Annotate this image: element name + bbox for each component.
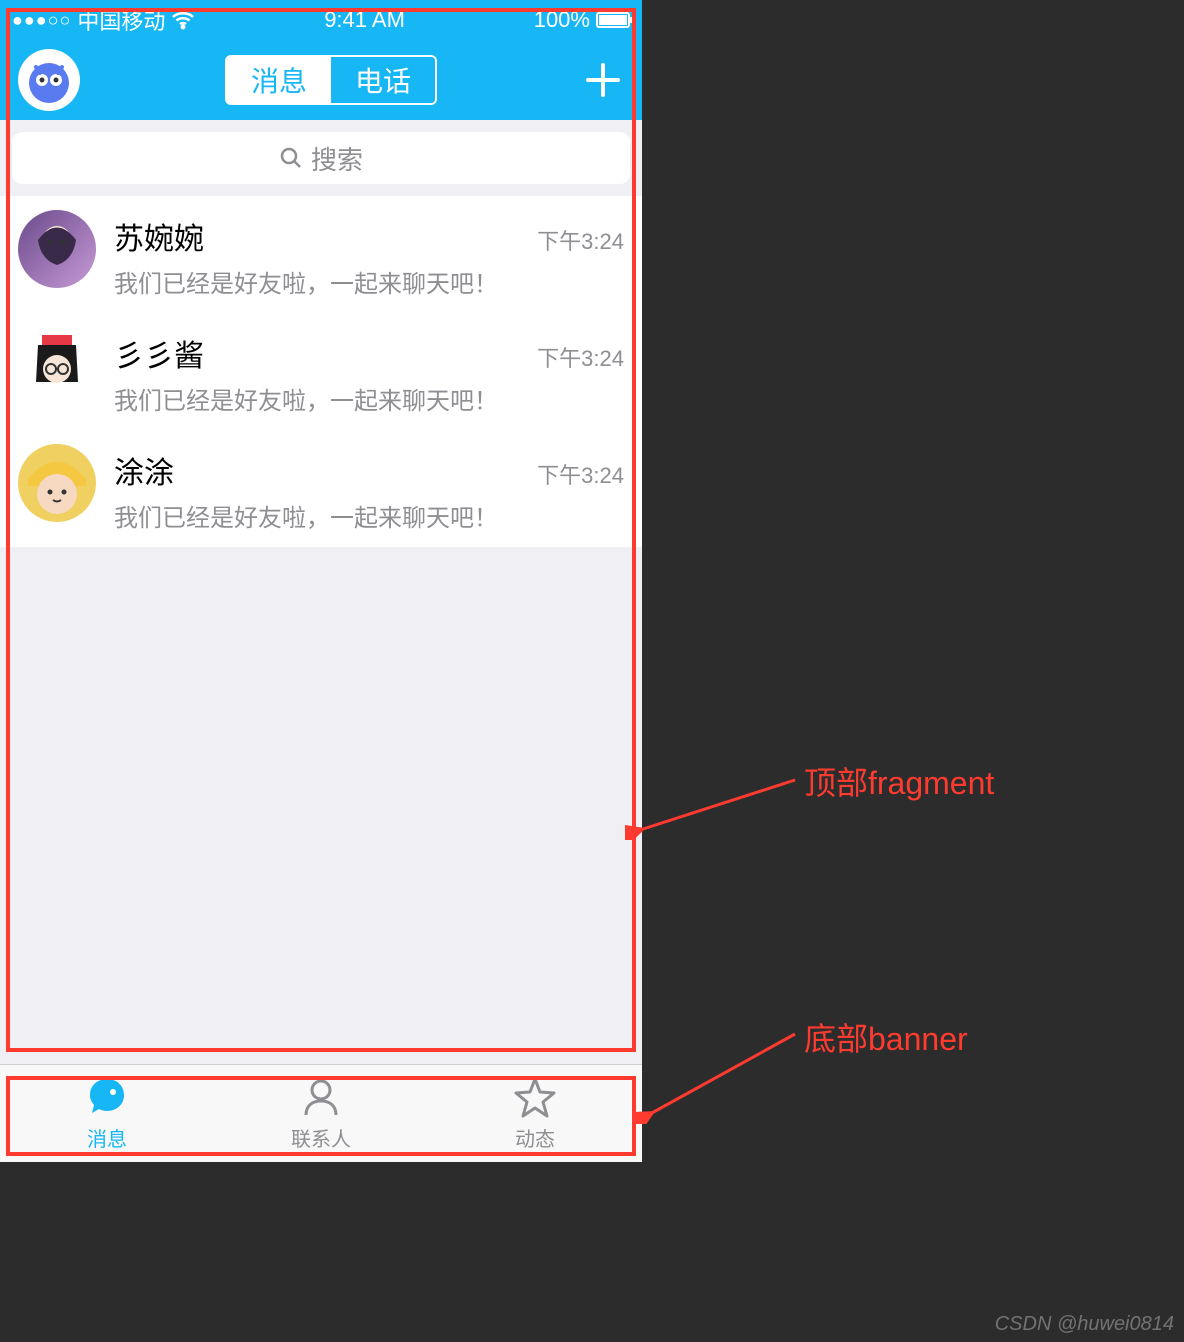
search-icon	[279, 146, 303, 170]
chat-name: 彡彡酱	[114, 331, 204, 375]
tab-label: 联系人	[291, 1123, 351, 1152]
phone-frame: ●●●○○ 中国移动 9:41 AM 100% 消息 电话	[0, 0, 642, 1162]
nav-bar: 消息 电话	[0, 40, 642, 120]
tab-messages-seg[interactable]: 消息	[227, 57, 331, 103]
app-avatar-button[interactable]	[18, 49, 80, 111]
tab-messages[interactable]: 消息	[0, 1065, 214, 1162]
arrow-bottom-icon	[635, 1024, 805, 1124]
chat-item[interactable]: 彡彡酱 下午3:24 我们已经是好友啦，一起来聊天吧！	[0, 313, 642, 430]
chat-message: 我们已经是好友啦，一起来聊天吧！	[114, 381, 624, 416]
tab-label: 消息	[87, 1123, 127, 1152]
person-icon	[298, 1075, 344, 1121]
tab-contacts[interactable]: 联系人	[214, 1065, 428, 1162]
star-icon	[512, 1075, 558, 1121]
tab-phone-seg[interactable]: 电话	[331, 57, 435, 103]
chat-name: 苏婉婉	[114, 214, 204, 258]
status-right: 100%	[534, 7, 630, 33]
wifi-icon	[171, 8, 195, 32]
chat-time: 下午3:24	[537, 458, 624, 490]
status-bar: ●●●○○ 中国移动 9:41 AM 100%	[0, 0, 642, 40]
carrier-label: 中国移动	[77, 4, 165, 36]
chat-body: 苏婉婉 下午3:24 我们已经是好友啦，一起来聊天吧！	[114, 210, 624, 299]
chat-body: 涂涂 下午3:24 我们已经是好友啦，一起来聊天吧！	[114, 444, 624, 533]
chat-message: 我们已经是好友啦，一起来聊天吧！	[114, 264, 624, 299]
status-time: 9:41 AM	[324, 7, 405, 33]
chat-time: 下午3:24	[537, 341, 624, 373]
tab-bar: 消息 联系人 动态	[0, 1064, 642, 1162]
chat-time: 下午3:24	[537, 224, 624, 256]
chat-item[interactable]: 涂涂 下午3:24 我们已经是好友啦，一起来聊天吧！	[0, 430, 642, 547]
avatar	[18, 210, 96, 288]
search-placeholder: 搜索	[311, 140, 363, 177]
avatar	[18, 327, 96, 405]
status-left: ●●●○○ 中国移动	[12, 4, 195, 36]
search-input[interactable]: 搜索	[12, 132, 630, 184]
add-button[interactable]	[582, 59, 624, 101]
chat-body: 彡彡酱 下午3:24 我们已经是好友啦，一起来聊天吧！	[114, 327, 624, 416]
annotation-top-label: 顶部fragment	[804, 758, 994, 804]
tab-label: 动态	[515, 1123, 555, 1152]
watermark: CSDN @huwei0814	[995, 1313, 1174, 1336]
signal-dots-icon: ●●●○○	[12, 10, 71, 31]
battery-icon	[596, 12, 630, 28]
arrow-top-icon	[625, 770, 805, 840]
chat-list: 苏婉婉 下午3:24 我们已经是好友啦，一起来聊天吧！ 彡彡酱 下午3:24 我…	[0, 196, 642, 547]
battery-pct: 100%	[534, 7, 590, 33]
chat-name: 涂涂	[114, 448, 174, 492]
message-bubble-icon	[84, 1075, 130, 1121]
chat-message: 我们已经是好友啦，一起来聊天吧！	[114, 498, 624, 533]
avatar	[18, 444, 96, 522]
chat-item[interactable]: 苏婉婉 下午3:24 我们已经是好友啦，一起来聊天吧！	[0, 196, 642, 313]
tab-moments[interactable]: 动态	[428, 1065, 642, 1162]
annotation-bottom-label: 底部banner	[804, 1014, 968, 1060]
segmented-control: 消息 电话	[225, 55, 437, 105]
